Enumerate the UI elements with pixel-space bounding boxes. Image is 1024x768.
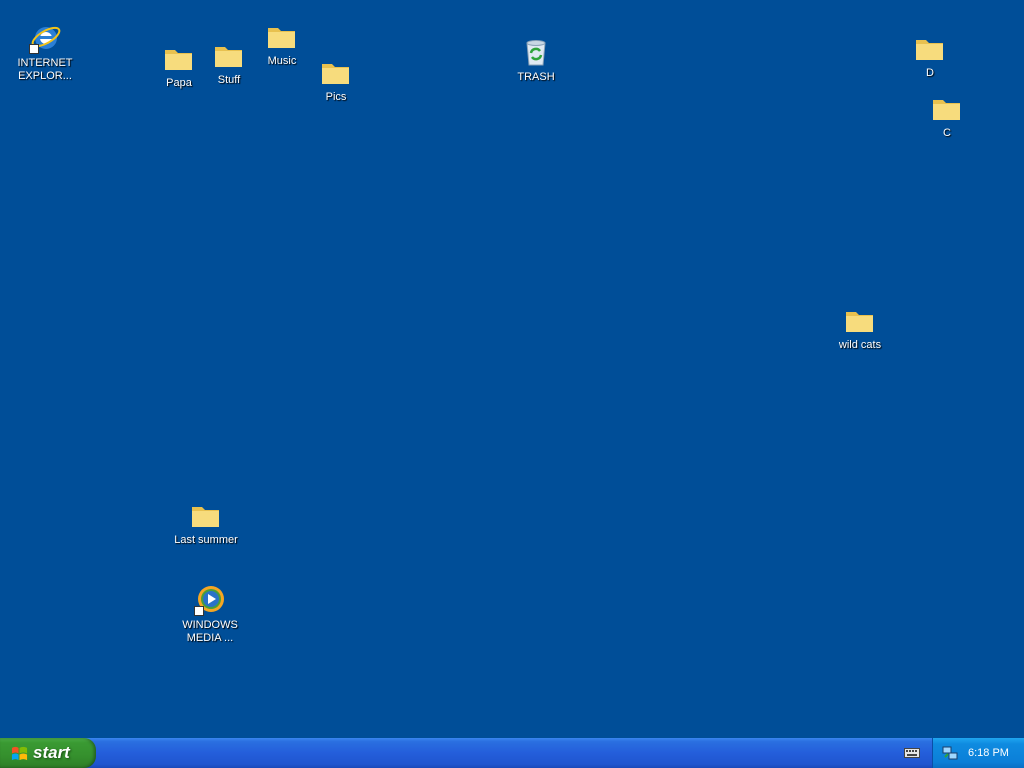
- icon-label: TRASH: [517, 71, 555, 83]
- start-button[interactable]: start: [0, 738, 96, 768]
- shortcut-arrow-icon: [29, 44, 39, 54]
- icon-label: D: [926, 67, 934, 79]
- folder-icon: [914, 32, 946, 64]
- clock[interactable]: 6:18 PM: [968, 747, 1009, 759]
- windows-media-player-icon: [194, 584, 226, 616]
- folder-pics[interactable]: Pics: [296, 56, 376, 104]
- folder-icon: [266, 20, 298, 52]
- shortcut-arrow-icon: [194, 606, 204, 616]
- icon-label: Pics: [325, 91, 347, 103]
- icon-label: wild cats: [838, 339, 882, 351]
- keyboard-icon[interactable]: [904, 747, 920, 759]
- internet-explorer-icon: [29, 22, 61, 54]
- internet-explorer-shortcut[interactable]: INTERNET EXPLOR...: [5, 22, 85, 83]
- icon-label: Stuff: [217, 74, 241, 86]
- icon-label: Last summer: [174, 534, 238, 546]
- folder-icon: [320, 56, 352, 88]
- windows-media-shortcut[interactable]: WINDOWS MEDIA ...: [170, 584, 250, 645]
- windows-logo-icon: [11, 746, 28, 760]
- folder-wild-cats[interactable]: wild cats: [820, 304, 900, 352]
- desktop[interactable]: INTERNET EXPLOR... Papa Stuff Music Pics…: [0, 0, 1024, 738]
- folder-icon: [931, 92, 963, 124]
- folder-c[interactable]: C: [907, 92, 987, 140]
- folder-icon: [844, 304, 876, 336]
- taskbar[interactable]: start 6:18 PM: [0, 738, 1024, 768]
- folder-icon: [213, 39, 245, 71]
- folder-d[interactable]: D: [890, 32, 970, 80]
- trash[interactable]: TRASH: [496, 36, 576, 84]
- system-tray[interactable]: 6:18 PM: [932, 738, 1024, 768]
- start-label: start: [33, 743, 70, 762]
- folder-icon: [190, 499, 222, 531]
- recycle-bin-icon: [520, 36, 552, 68]
- icon-label: INTERNET EXPLOR...: [17, 57, 73, 82]
- icon-label: WINDOWS MEDIA ...: [182, 619, 238, 644]
- network-icon[interactable]: [942, 745, 958, 761]
- icon-label: C: [943, 127, 951, 139]
- folder-last-summer[interactable]: Last summer: [166, 499, 246, 547]
